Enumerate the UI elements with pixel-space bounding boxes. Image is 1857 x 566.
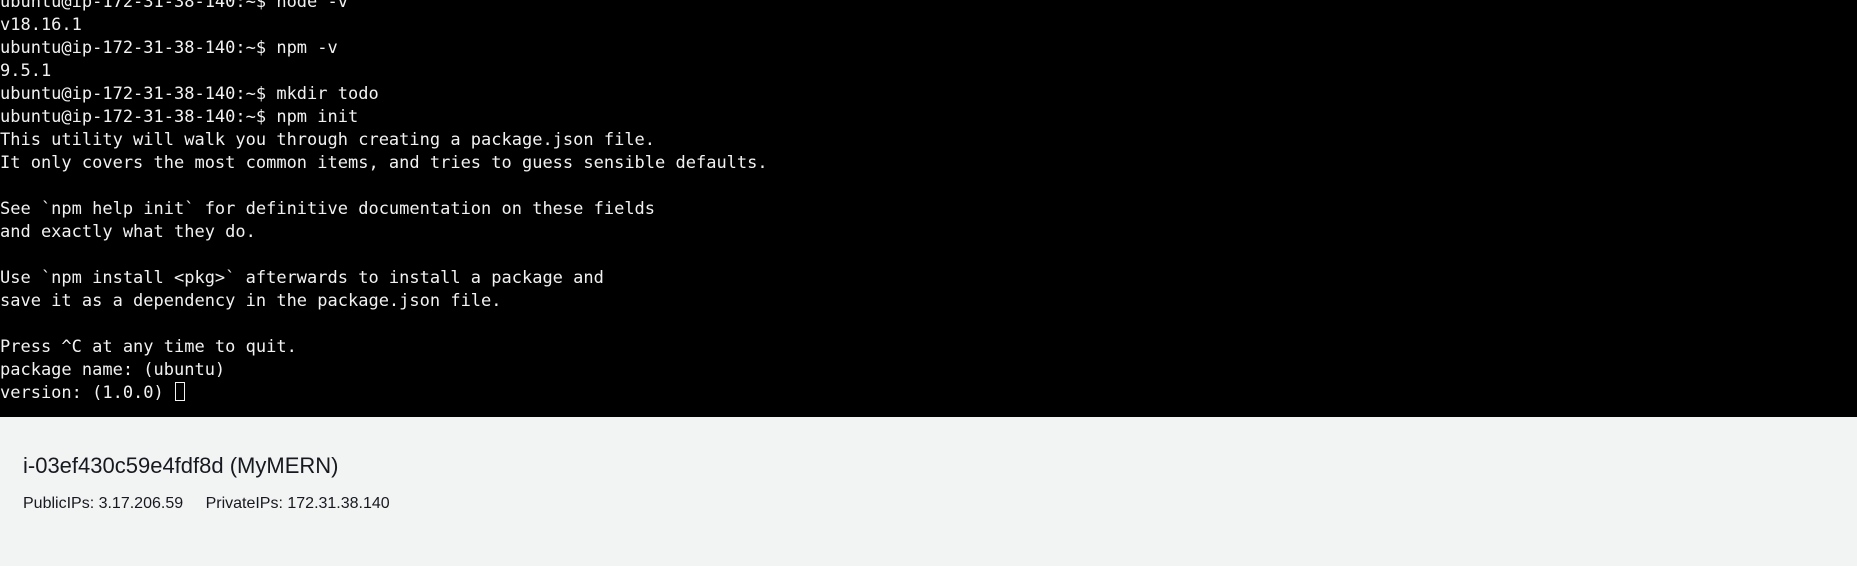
terminal-line: 9.5.1 (0, 61, 52, 81)
terminal-output: ubuntu@ip-172-31-38-140:~$ node -v v18.1… (0, 0, 768, 405)
terminal-line: package name: (ubuntu) (0, 360, 226, 380)
terminal-line: It only covers the most common items, an… (0, 153, 768, 173)
terminal-line: This utility will walk you through creat… (0, 130, 656, 150)
terminal-line: ubuntu@ip-172-31-38-140:~$ mkdir todo (0, 84, 379, 104)
terminal-prompt-text: version: (1.0.0) (0, 383, 174, 403)
terminal-prompt-line[interactable]: version: (1.0.0) (0, 382, 768, 405)
terminal-window[interactable]: ubuntu@ip-172-31-38-140:~$ node -v v18.1… (0, 0, 1857, 417)
terminal-line: and exactly what they do. (0, 222, 256, 242)
terminal-line: ubuntu@ip-172-31-38-140:~$ npm -v (0, 38, 338, 58)
instance-info-panel: i-03ef430c59e4fdf8d (MyMERN) PublicIPs: … (0, 417, 1857, 566)
terminal-line: save it as a dependency in the package.j… (0, 291, 502, 311)
terminal-line: ubuntu@ip-172-31-38-140:~$ npm init (0, 107, 359, 127)
instance-title: i-03ef430c59e4fdf8d (MyMERN) (23, 453, 339, 478)
private-ips: PrivateIPs: 172.31.38.140 (205, 495, 390, 512)
public-ips: PublicIPs: 3.17.206.59 (23, 495, 184, 512)
terminal-line: See `npm help init` for definitive docum… (0, 199, 656, 219)
terminal-cursor (175, 382, 185, 401)
terminal-line: v18.16.1 (0, 15, 82, 35)
terminal-line: ubuntu@ip-172-31-38-140:~$ node -v (0, 0, 348, 12)
terminal-line: Press ^C at any time to quit. (0, 337, 297, 357)
instance-ip-row: PublicIPs: 3.17.206.59 PrivateIPs: 172.3… (23, 495, 408, 513)
terminal-line: Use `npm install <pkg>` afterwards to in… (0, 268, 604, 288)
